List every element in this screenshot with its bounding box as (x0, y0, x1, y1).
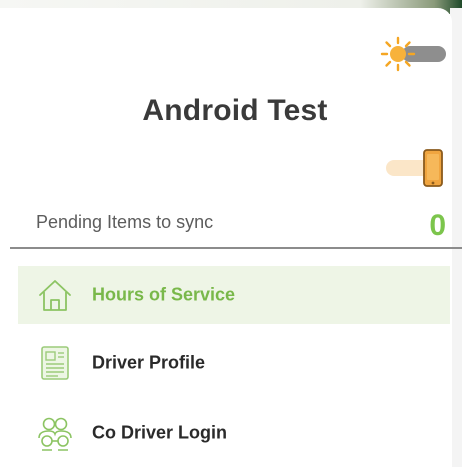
phone-icon (423, 149, 443, 187)
theme-toggle[interactable] (380, 36, 450, 72)
orientation-toggle[interactable] (380, 148, 450, 188)
menu-item-driver-profile[interactable]: Driver Profile (18, 334, 450, 392)
menu-item-hours-of-service[interactable]: Hours of Service (18, 266, 450, 324)
menu-item-label: Hours of Service (92, 284, 236, 305)
menu-item-label: Driver Profile (92, 352, 206, 373)
profile-document-icon (41, 346, 69, 380)
navigation-drawer (0, 8, 452, 467)
pending-items-label: Pending Items to sync (36, 212, 214, 232)
pending-items-count: 0 (429, 209, 446, 242)
divider (10, 247, 462, 249)
co-driver-icon (38, 417, 72, 451)
home-icon (39, 280, 71, 311)
sun-icon (380, 36, 416, 72)
menu-item-label: Co Driver Login (92, 422, 228, 443)
app-title: Android Test (142, 94, 328, 127)
menu-item-co-driver-login[interactable]: Co Driver Login (18, 404, 450, 462)
